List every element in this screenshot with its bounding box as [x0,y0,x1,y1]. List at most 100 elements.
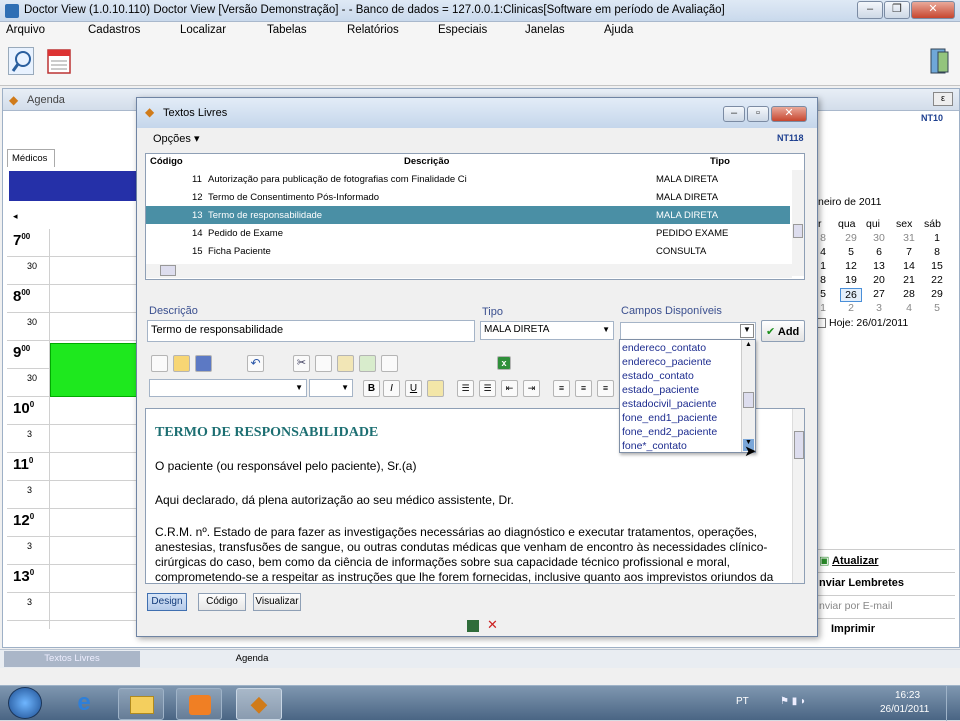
exit-door-icon[interactable] [928,46,952,76]
hscroll-thumb[interactable] [160,265,176,276]
chevron-up-icon[interactable]: ▲ [743,341,754,353]
document-vscrollbar[interactable] [792,409,804,583]
options-menu[interactable]: Opções ▾ [153,132,200,145]
col-codigo[interactable]: Código [150,156,183,167]
descricao-input[interactable]: Termo de responsabilidade [147,320,475,342]
cut-icon[interactable]: ✂ [293,355,310,372]
font-color-icon[interactable] [427,380,444,397]
calendar-day[interactable]: 27 [868,288,890,300]
calendar-day[interactable]: 12 [840,260,862,272]
calendar-day[interactable]: 13 [868,260,890,272]
tab-medicos[interactable]: Médicos [7,149,55,167]
dropdown-scroll-thumb[interactable] [743,392,754,408]
tab-design[interactable]: Design [147,593,187,611]
doc-scroll-thumb[interactable] [794,431,804,459]
italic-button[interactable]: I [383,380,400,397]
undo-icon[interactable]: ↶ [247,355,264,372]
calendar-day[interactable]: 31 [898,232,920,244]
table-hscrollbar[interactable] [146,264,792,278]
clock-date[interactable]: 26/01/2011 [880,704,929,715]
clock-time[interactable]: 16:23 [895,690,920,701]
dropdown-option[interactable]: estado_paciente [622,384,740,396]
menu-tabelas[interactable]: Tabelas [267,24,307,36]
align-right-icon[interactable]: ≡ [597,380,614,397]
bullet-list-icon[interactable]: ☰ [479,380,496,397]
calendar-day[interactable]: 7 [898,246,920,258]
calendar-day[interactable]: 3 [868,302,890,314]
dropdown-option[interactable]: fone*_contato [622,440,740,452]
start-button[interactable] [8,687,42,719]
tab-codigo[interactable]: Código [198,593,246,611]
vscroll-thumb[interactable] [793,224,803,238]
minimize-button[interactable]: – [857,1,883,19]
dropdown-option[interactable]: estado_contato [622,370,740,382]
menu-ajuda[interactable]: Ajuda [604,24,633,36]
show-desktop-button[interactable] [946,686,960,721]
dropdown-option[interactable]: fone_end2_paciente [622,426,740,438]
dialog-minimize-button[interactable]: – [723,106,745,122]
calendar-day[interactable]: 29 [840,232,862,244]
underline-button[interactable]: U [405,380,422,397]
tab-agenda[interactable]: Agenda [142,651,362,667]
language-indicator[interactable]: PT [736,696,749,707]
menu-localizar[interactable]: Localizar [180,24,226,36]
calendar-icon[interactable] [46,47,72,75]
calendar-day[interactable]: 4 [898,302,920,314]
menu-especiais[interactable]: Especiais [438,24,487,36]
calendar-day[interactable]: 1 [818,302,828,314]
maximize-button[interactable]: ❐ [884,1,910,19]
calendar-day[interactable]: 2 [840,302,862,314]
copy-icon[interactable] [315,355,332,372]
indent-icon[interactable]: ⇥ [523,380,540,397]
table-row[interactable]: 13 Termo de responsabilidade MALA DIRETA [146,206,790,224]
save-record-icon[interactable] [467,620,479,632]
calendar-day[interactable]: 1 [926,232,948,244]
menu-cadastros[interactable]: Cadastros [88,24,140,36]
table-row[interactable]: 14 Pedido de Exame PEDIDO EXAME [146,224,790,242]
send-reminders-button[interactable]: nviar Lembretes [815,572,955,594]
calendar-day[interactable]: 22 [926,274,948,286]
doctor-view-taskbar-icon[interactable]: ◆ [236,688,282,720]
align-center-icon[interactable]: ≡ [575,380,592,397]
paste-special-icon[interactable] [359,355,376,372]
tipo-select[interactable]: MALA DIRETA ▼ [480,321,614,340]
font-family-select[interactable]: ▼ [149,379,307,397]
table-vscrollbar[interactable] [792,170,804,276]
tab-textos-livres[interactable]: Textos Livres [4,651,140,667]
dropdown-option[interactable]: endereco_contato [622,342,740,354]
calendar-day[interactable]: 5 [818,288,828,300]
calendar-day[interactable]: 6 [868,246,890,258]
calendar-day[interactable]: 4 [818,246,828,258]
scroll-left-arrow[interactable]: ◂ [13,211,18,222]
table-row[interactable]: 11 Autorização para publicação de fotogra… [146,170,790,188]
calendar-day[interactable]: 15 [926,260,948,272]
tray-icons[interactable]: ⚑ ▮ ◗ [780,696,850,710]
dialog-close-button[interactable]: ✕ [771,106,807,122]
save-icon[interactable] [195,355,212,372]
dialog-maximize-button[interactable]: ▫ [747,106,769,122]
font-size-select[interactable]: ▼ [309,379,353,397]
close-button[interactable]: ✕ [911,1,955,19]
search-icon[interactable] [8,47,34,75]
table-row[interactable]: 15 Ficha Paciente CONSULTA [146,242,790,260]
menu-arquivo[interactable]: Arquivo [6,24,45,36]
menu-relatorios[interactable]: Relatórios [347,24,399,36]
folder-icon[interactable] [118,688,164,720]
outdent-icon[interactable]: ⇤ [501,380,518,397]
delete-record-icon[interactable]: ✕ [487,617,498,633]
calendar-day[interactable]: 20 [868,274,890,286]
appointment-block[interactable] [50,343,138,397]
calendar-day[interactable]: 21 [898,274,920,286]
calendar-day[interactable]: 5 [840,246,862,258]
col-tipo[interactable]: Tipo [710,156,730,167]
send-email-button[interactable]: nviar por E-mail [815,595,955,617]
bold-button[interactable]: B [363,380,380,397]
update-button[interactable]: ▣ Atualizar [815,549,955,571]
calendar-day[interactable]: 29 [926,288,948,300]
open-folder-icon[interactable] [173,355,190,372]
internet-explorer-icon[interactable]: e [70,690,98,718]
excel-icon[interactable]: x [497,356,511,370]
agenda-restore-button[interactable]: ε [933,92,953,106]
table-row[interactable]: 12 Termo de Consentimento Pós-Informado MA… [146,188,790,206]
format-painter-icon[interactable] [381,355,398,372]
